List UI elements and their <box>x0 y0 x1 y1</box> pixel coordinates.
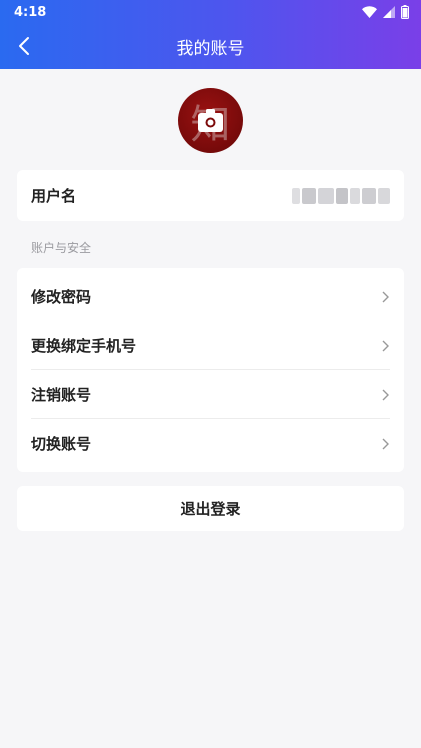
chevron-right-icon <box>382 340 389 351</box>
username-card: 用户名 <box>17 170 404 221</box>
wifi-icon <box>362 6 377 18</box>
top-bar: 4:18 我的账号 <box>0 0 421 69</box>
back-button[interactable] <box>10 32 38 60</box>
change-phone-row[interactable]: 更换绑定手机号 <box>17 321 404 370</box>
page-title: 我的账号 <box>176 39 245 59</box>
switch-account-row[interactable]: 切换账号 <box>17 419 404 468</box>
delete-account-label: 注销账号 <box>31 386 92 404</box>
logout-button[interactable]: 退出登录 <box>17 486 404 531</box>
camera-icon <box>198 109 223 132</box>
username-value-blurred <box>292 187 390 204</box>
nav-bar: 我的账号 <box>0 24 421 69</box>
security-card: 修改密码 更换绑定手机号 注销账号 切换账号 <box>17 268 404 472</box>
chevron-right-icon <box>382 438 389 449</box>
chevron-right-icon <box>382 389 389 400</box>
change-password-label: 修改密码 <box>31 288 92 306</box>
avatar[interactable]: 知 <box>178 88 243 153</box>
change-password-row[interactable]: 修改密码 <box>17 272 404 321</box>
username-row[interactable]: 用户名 <box>17 170 404 221</box>
status-time: 4:18 <box>14 4 47 20</box>
change-phone-label: 更换绑定手机号 <box>31 337 137 355</box>
switch-account-label: 切换账号 <box>31 435 92 453</box>
chevron-right-icon <box>382 291 389 302</box>
status-bar: 4:18 <box>0 0 421 24</box>
section-title: 账户与安全 <box>31 241 92 255</box>
username-label: 用户名 <box>31 187 77 205</box>
battery-icon <box>401 5 409 19</box>
signal-icon <box>383 6 395 18</box>
logout-label: 退出登录 <box>180 500 241 518</box>
back-arrow-icon <box>19 37 29 55</box>
delete-account-row[interactable]: 注销账号 <box>17 370 404 419</box>
